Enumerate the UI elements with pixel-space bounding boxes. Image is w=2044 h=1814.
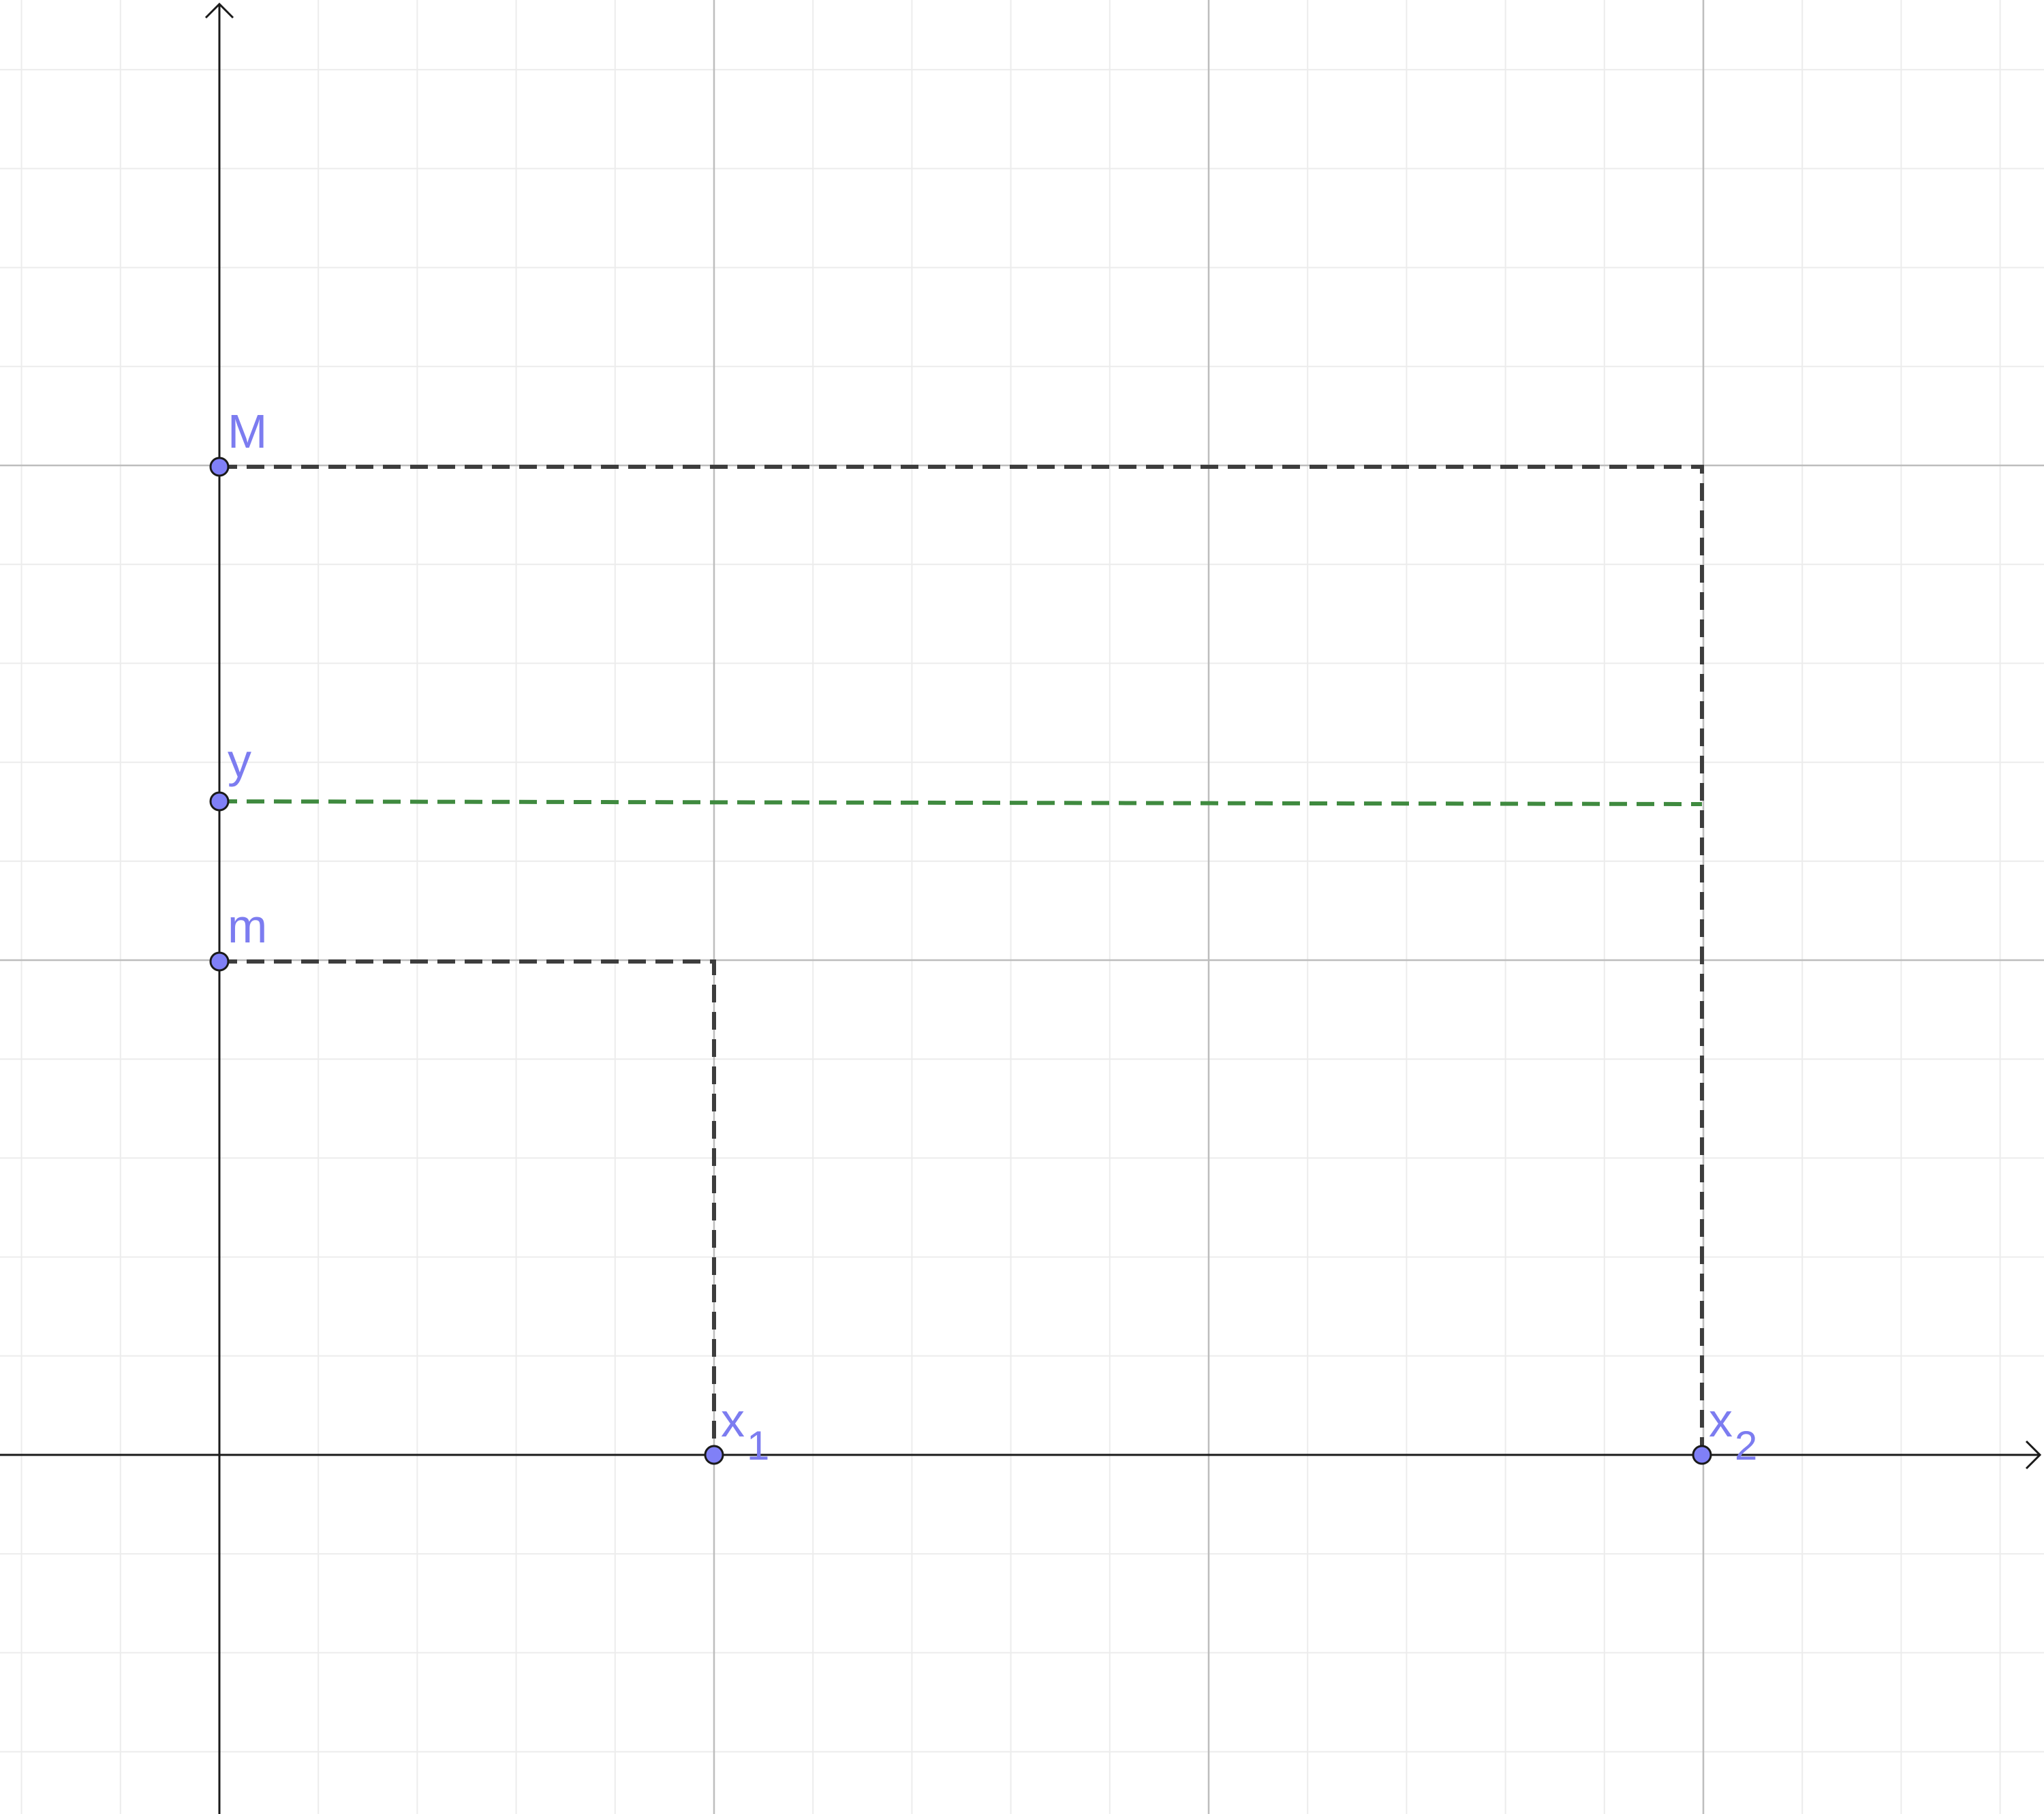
point-x1-label: x (721, 1394, 745, 1447)
point-m-marker[interactable] (209, 951, 230, 972)
point-x2-subscript: 2 (1735, 1423, 1757, 1469)
board-background (0, 0, 2044, 1814)
point-x2-marker[interactable] (1692, 1445, 1712, 1465)
point-M-label: M (228, 405, 267, 458)
point-y-marker[interactable] (209, 791, 230, 812)
point-x2-label: x (1709, 1394, 1733, 1447)
point-x1-subscript: 1 (747, 1423, 769, 1469)
point-M-marker[interactable] (209, 457, 230, 477)
dashed-line-y-level (219, 799, 1703, 806)
point-x1-marker[interactable] (704, 1445, 724, 1465)
geometry-board: M y m x 1 x 2 (0, 0, 2044, 1814)
point-y-label: y (228, 734, 251, 787)
point-m-label: m (228, 900, 267, 953)
